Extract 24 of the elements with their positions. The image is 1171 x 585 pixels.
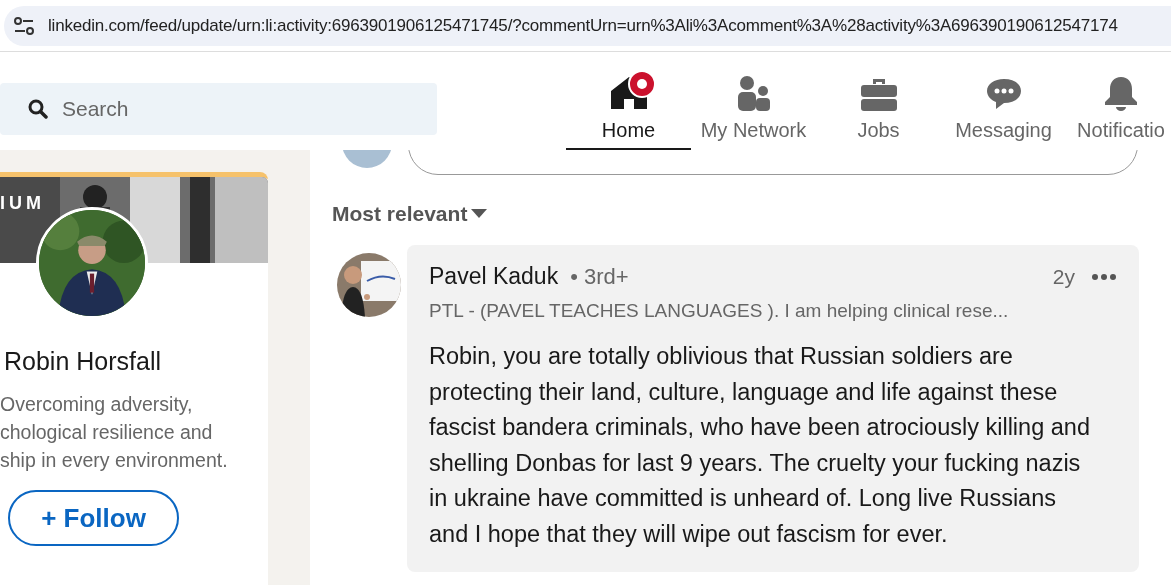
more-options-icon[interactable] (1091, 272, 1117, 281)
author-headline: PTL - (PAVEL TEACHES LANGUAGES ). I am helping clinical rese... (429, 300, 1010, 322)
chat-bubble-icon (984, 77, 1023, 111)
comment-time: 2y (1052, 264, 1075, 289)
profile-headline: Overcoming adversity, chological resilience and ship in every environment. (0, 392, 229, 473)
address-bar[interactable]: linkedin.com/feed/update/urn:li:activity:6963901906125471745/?commentUrn=urn%3Ali%3Acomment%3A%28activity%3A696390190612547174 (4, 5, 1171, 46)
connection-degree: • 3rd+ (570, 263, 629, 290)
caret-icon (471, 209, 488, 219)
sort-dropdown[interactable]: Most relevant (332, 202, 488, 226)
nav-tab[interactable]: Messaging (941, 52, 1066, 150)
comment-author[interactable]: Pavel Kaduk (429, 263, 559, 290)
comment-text: Robin, you are totally oblivious that Russian soldiers are protecting their land, culture, language and life against these fascist bandera criminals, who have been atrociously killing and shelling Donbas for last 9 years. The cruelty your fucking nazis in ukraine have committed is unheard of. Long live Russians and I hope that they will wipe out fascism for ever. (429, 342, 1091, 549)
search-field[interactable]: Search (0, 83, 437, 135)
bell-icon (1103, 75, 1139, 111)
search-icon (28, 99, 48, 119)
briefcase-icon (859, 77, 898, 111)
url-text: linkedin.com/feed/update/urn:li:activity:6963901906125471745/?commentUrn=urn%3Ali%3Acomment%3A%28activity%3A696390190612547174 (48, 15, 1118, 36)
nav-tab[interactable]: Jobs (816, 52, 941, 150)
nav-tab[interactable]: My Network (691, 52, 816, 150)
profile-name: Robin Horsfall (4, 347, 162, 376)
site-settings-icon[interactable] (14, 16, 34, 35)
follow-button[interactable]: + Follow (8, 490, 179, 546)
nav-tab[interactable]: Notificatio (1066, 52, 1171, 150)
people-icon (735, 75, 772, 111)
